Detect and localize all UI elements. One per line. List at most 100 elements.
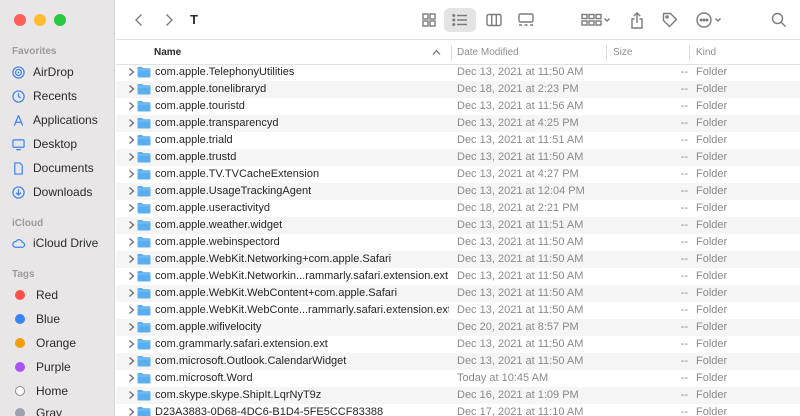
back-button[interactable] xyxy=(130,8,148,32)
file-row[interactable]: com.apple.WebKit.WebContent+com.apple.Sa… xyxy=(116,285,800,302)
list-view-button[interactable] xyxy=(444,8,476,32)
disclosure-chevron-icon[interactable] xyxy=(128,407,135,416)
column-header-kind[interactable]: Kind xyxy=(696,41,716,65)
sidebar: Favorites AirDrop Recents Applications D… xyxy=(0,0,115,416)
sidebar-item-downloads[interactable]: Downloads xyxy=(12,182,112,202)
file-row[interactable]: com.apple.weather.widget Dec 13, 2021 at … xyxy=(116,217,800,234)
disclosure-chevron-icon[interactable] xyxy=(128,118,135,128)
disclosure-chevron-icon[interactable] xyxy=(128,373,135,383)
column-header-size[interactable]: Size xyxy=(613,41,632,65)
zoom-window-button[interactable] xyxy=(54,14,66,26)
file-row[interactable]: com.skype.skype.ShipIt.LqrNyT9z Dec 16, 2… xyxy=(116,387,800,404)
file-row[interactable]: com.apple.triald Dec 13, 2021 at 11:51 AM… xyxy=(116,132,800,149)
group-by-button[interactable] xyxy=(578,8,614,32)
minimize-window-button[interactable] xyxy=(34,14,46,26)
column-header-name[interactable]: Name xyxy=(154,41,181,65)
file-row[interactable]: com.apple.transparencyd Dec 13, 2021 at 4… xyxy=(116,115,800,132)
file-name: com.apple.WebKit.WebConte...rammarly.saf… xyxy=(155,304,449,316)
sidebar-item-tag-purple[interactable]: Purple xyxy=(12,357,112,377)
search-button[interactable] xyxy=(768,8,790,32)
more-actions-button[interactable] xyxy=(694,8,728,32)
disclosure-chevron-icon[interactable] xyxy=(128,84,135,94)
column-divider[interactable] xyxy=(451,45,452,61)
column-divider[interactable] xyxy=(689,45,690,61)
folder-icon xyxy=(137,152,151,163)
file-row[interactable]: com.apple.touristd Dec 13, 2021 at 11:56 … xyxy=(116,98,800,115)
file-row[interactable]: com.microsoft.Outlook.CalendarWidget Dec … xyxy=(116,353,800,370)
column-divider[interactable] xyxy=(606,45,607,61)
sidebar-item-airdrop[interactable]: AirDrop xyxy=(12,62,112,82)
airdrop-icon xyxy=(12,65,25,79)
file-row[interactable]: com.apple.useractivityd Dec 18, 2021 at 2… xyxy=(116,200,800,217)
sidebar-item-applications[interactable]: Applications xyxy=(12,110,112,130)
file-row[interactable]: com.apple.webinspectord Dec 13, 2021 at 1… xyxy=(116,234,800,251)
disclosure-chevron-icon[interactable] xyxy=(128,288,135,298)
disclosure-chevron-icon[interactable] xyxy=(128,67,135,77)
file-row[interactable]: com.apple.WebKit.WebConte...rammarly.saf… xyxy=(116,302,800,319)
file-row[interactable]: com.apple.WebKit.Networkin...rammarly.sa… xyxy=(116,268,800,285)
file-date-modified: Dec 13, 2021 at 11:51 AM xyxy=(457,219,584,231)
file-row[interactable]: com.grammarly.safari.extension.ext Dec 13… xyxy=(116,336,800,353)
file-row[interactable]: com.microsoft.Word Today at 10:45 AM -- Fol… xyxy=(116,370,800,387)
file-size: -- xyxy=(680,270,688,282)
sidebar-item-tag-orange[interactable]: Orange xyxy=(12,333,112,353)
file-kind: Folder xyxy=(696,202,728,214)
file-date-modified: Dec 13, 2021 at 11:50 AM xyxy=(457,304,584,316)
disclosure-chevron-icon[interactable] xyxy=(128,169,135,179)
file-row[interactable]: com.apple.UsageTrackingAgent Dec 13, 2021… xyxy=(116,183,800,200)
file-name: com.apple.WebKit.WebContent+com.apple.Sa… xyxy=(155,287,398,299)
file-size: -- xyxy=(680,134,688,146)
disclosure-chevron-icon[interactable] xyxy=(128,186,135,196)
disclosure-chevron-icon[interactable] xyxy=(128,135,135,145)
file-row[interactable]: com.apple.tonelibraryd Dec 18, 2021 at 2:… xyxy=(116,81,800,98)
file-row[interactable]: D23A3883-0D68-4DC6-B1D4-5FE5CCF83388 Dec … xyxy=(116,404,800,416)
disclosure-chevron-icon[interactable] xyxy=(128,101,135,111)
sidebar-item-desktop[interactable]: Desktop xyxy=(12,134,112,154)
disclosure-chevron-icon[interactable] xyxy=(128,203,135,213)
sidebar-item-tag-home[interactable]: Home xyxy=(12,381,112,401)
disclosure-chevron-icon[interactable] xyxy=(128,305,135,315)
icon-view-button[interactable] xyxy=(416,8,442,32)
close-window-button[interactable] xyxy=(14,14,26,26)
disclosure-chevron-icon[interactable] xyxy=(128,322,135,332)
file-name: com.apple.UsageTrackingAgent xyxy=(155,185,312,197)
sidebar-item-recents[interactable]: Recents xyxy=(12,86,112,106)
file-row[interactable]: com.apple.TelephonyUtilities Dec 13, 2021… xyxy=(116,64,800,81)
folder-icon xyxy=(137,101,151,112)
file-name: com.apple.tonelibraryd xyxy=(155,83,267,95)
disclosure-chevron-icon[interactable] xyxy=(128,356,135,366)
sidebar-item-label: Red xyxy=(36,288,59,302)
disclosure-chevron-icon[interactable] xyxy=(128,339,135,349)
disclosure-chevron-icon[interactable] xyxy=(128,271,135,281)
file-row[interactable]: com.apple.trustd Dec 13, 2021 at 11:50 AM… xyxy=(116,149,800,166)
file-row[interactable]: com.apple.WebKit.Networking+com.apple.Sa… xyxy=(116,251,800,268)
file-kind: Folder xyxy=(696,253,728,265)
column-header-date-modified[interactable]: Date Modified xyxy=(457,41,519,65)
forward-button[interactable] xyxy=(160,8,178,32)
column-view-button[interactable] xyxy=(480,8,508,32)
file-size: -- xyxy=(680,168,688,180)
sidebar-item-documents[interactable]: Documents xyxy=(12,158,112,178)
gallery-view-button[interactable] xyxy=(512,8,540,32)
grid-icon xyxy=(422,13,436,27)
folder-icon xyxy=(137,373,151,384)
disclosure-chevron-icon[interactable] xyxy=(128,390,135,400)
share-button[interactable] xyxy=(626,8,648,32)
sidebar-item-label: Applications xyxy=(33,113,98,127)
folder-icon xyxy=(137,288,151,299)
sidebar-item-tag-gray[interactable]: Gray xyxy=(12,403,112,416)
sidebar-item-tag-blue[interactable]: Blue xyxy=(12,309,112,329)
file-date-modified: Dec 13, 2021 at 12:04 PM xyxy=(457,185,585,197)
disclosure-chevron-icon[interactable] xyxy=(128,152,135,162)
disclosure-chevron-icon[interactable] xyxy=(128,237,135,247)
sidebar-item-tag-red[interactable]: Red xyxy=(12,285,112,305)
file-row[interactable]: com.apple.TV.TVCacheExtension Dec 13, 202… xyxy=(116,166,800,183)
file-row[interactable]: com.apple.wifivelocity Dec 20, 2021 at 8:… xyxy=(116,319,800,336)
file-kind: Folder xyxy=(696,270,728,282)
disclosure-chevron-icon[interactable] xyxy=(128,220,135,230)
sidebar-item-icloud-drive[interactable]: iCloud Drive xyxy=(12,233,112,253)
file-name: com.apple.TelephonyUtilities xyxy=(155,66,295,78)
tags-button[interactable] xyxy=(658,8,682,32)
disclosure-chevron-icon[interactable] xyxy=(128,254,135,264)
file-name: com.microsoft.Outlook.CalendarWidget xyxy=(155,355,347,367)
